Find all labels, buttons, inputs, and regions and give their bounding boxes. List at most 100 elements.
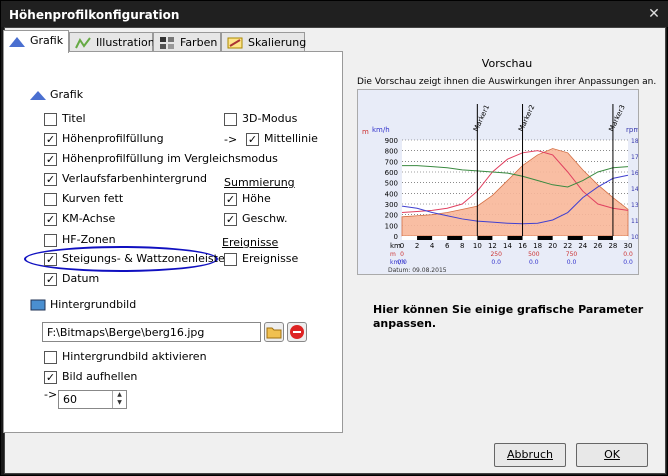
checkbox-box[interactable]: [44, 193, 57, 206]
check-icon[interactable]: ✓: [224, 193, 237, 206]
check-icon[interactable]: ✓: [224, 213, 237, 226]
checkbox-label: Kurven fett: [62, 192, 124, 205]
spinner-arrows-icon[interactable]: ▲ ▼: [112, 391, 126, 408]
check-icon[interactable]: ✓: [246, 133, 259, 146]
aufhellen-spinner[interactable]: 60 ▲ ▼: [58, 390, 127, 409]
checkbox-label: Höhenprofilfüllung im Vergleichsmodus: [62, 152, 278, 165]
check-icon[interactable]: ✓: [44, 153, 57, 166]
cancel-button[interactable]: Abbruch: [494, 443, 566, 467]
tab-farben[interactable]: Farben: [153, 32, 221, 52]
x-tick-label: 20: [548, 242, 557, 250]
row-label-m: m: [390, 251, 396, 258]
bild-aufhellen-checkbox[interactable]: ✓ Bild aufhellen: [44, 370, 137, 386]
row-value-m: 750: [566, 251, 578, 258]
checkbox-box[interactable]: [44, 351, 57, 364]
close-icon[interactable]: ✕: [645, 6, 663, 22]
delete-icon[interactable]: [287, 322, 307, 342]
x-tick-label: 16: [518, 242, 527, 250]
y-tick-label: 700: [385, 158, 398, 166]
y-tick-label: 900: [385, 137, 398, 145]
y-tick-label: 0: [394, 233, 398, 241]
steigungsleiste-checkbox[interactable]: ✓ Steigungs- & Wattzonenleiste: [44, 252, 225, 268]
check-icon[interactable]: ✓: [44, 213, 57, 226]
y-axis-unit: m: [362, 128, 369, 136]
km-achse-checkbox[interactable]: ✓ KM-Achse: [44, 212, 115, 228]
mode3d-checkbox[interactable]: 3D-Modus: [224, 112, 297, 128]
ereignisse-checkbox[interactable]: Ereignisse: [224, 252, 298, 268]
rpm-axis-unit: rpm: [626, 126, 638, 134]
checkbox-label: HF-Zonen: [62, 233, 116, 246]
rpm-tick-label: 115: [631, 218, 638, 225]
row-value-kmh: 0.0: [567, 259, 577, 266]
y-tick-label: 300: [385, 201, 398, 209]
checkbox-label: Datum: [62, 272, 100, 285]
rpm-tick-label: 100: [631, 234, 638, 241]
hoehe-checkbox[interactable]: ✓ Höhe: [224, 192, 271, 208]
titel-checkbox[interactable]: Titel: [44, 112, 86, 128]
y-tick-label: 100: [385, 222, 398, 230]
hintergrund-aktivieren-checkbox[interactable]: Hintergrundbild aktivieren: [44, 350, 207, 366]
tab-label: Skalierung: [248, 36, 307, 49]
folder-open-icon[interactable]: [264, 322, 284, 342]
y2-axis-unit: km/h: [372, 126, 390, 134]
background-path-field[interactable]: F:\Bitmaps\Berge\berg16.jpg: [42, 322, 261, 342]
x-tick-label: 4: [430, 242, 435, 250]
row-value-m: 0: [400, 251, 404, 258]
arrow-label: ->: [224, 133, 238, 146]
check-icon[interactable]: ✓: [44, 253, 57, 266]
section-label: Grafik: [50, 88, 84, 101]
summierung-heading: Summierung: [224, 176, 295, 189]
row-value-m: 500: [528, 251, 540, 258]
checkbox-box[interactable]: [44, 113, 57, 126]
rpm-tick-label: 145: [631, 186, 638, 193]
checkbox-label: Hintergrundbild aktivieren: [62, 350, 207, 363]
spinner-value: 60: [63, 393, 77, 406]
tab-grafik[interactable]: Grafik: [3, 30, 69, 53]
arrow-label: ->: [44, 388, 58, 401]
mountain-icon: [9, 37, 25, 47]
chart-svg: 0100200300400500600700800900mkm/h1001151…: [362, 103, 658, 274]
checkbox-label: Bild aufhellen: [62, 370, 138, 383]
check-icon[interactable]: ✓: [44, 133, 57, 146]
row-value-m: 250: [490, 251, 502, 258]
image-icon: [30, 299, 46, 311]
check-icon[interactable]: ✓: [44, 273, 57, 286]
x-tick-label: 22: [563, 242, 572, 250]
check-icon[interactable]: ✓: [44, 173, 57, 186]
rpm-tick-label: 160: [631, 170, 638, 177]
hoehenprofilfuellung-checkbox[interactable]: ✓ Höhenprofilfüllung: [44, 132, 164, 148]
checkbox-box[interactable]: [44, 234, 57, 247]
grafik-panel: Grafik Titel ✓ Höhenprofilfüllung ✓ Höhenp…: [3, 51, 343, 433]
km-strip-segment: [402, 236, 418, 240]
section-hintergrundbild: Hintergrundbild: [30, 298, 136, 314]
vergleichsmodus-checkbox[interactable]: ✓ Höhenprofilfüllung im Vergleichsmodus: [44, 152, 278, 168]
y-tick-label: 600: [385, 169, 398, 177]
marker-label: Marker3: [607, 103, 626, 132]
window-title: Höhenprofilkonfiguration: [9, 8, 180, 22]
checkbox-label: 3D-Modus: [242, 112, 298, 125]
ok-button[interactable]: OK: [576, 443, 648, 467]
datum-checkbox[interactable]: ✓ Datum: [44, 272, 99, 288]
tab-illustration[interactable]: Illustration: [69, 32, 155, 52]
checkbox-box[interactable]: [224, 113, 237, 126]
section-label: Hintergrundbild: [50, 298, 137, 311]
check-icon[interactable]: ✓: [44, 371, 57, 384]
checkbox-box[interactable]: [224, 253, 237, 266]
mittellinie-checkbox[interactable]: ✓ Mittellinie: [246, 132, 318, 148]
km-strip-segment: [552, 236, 568, 240]
geschw-checkbox[interactable]: ✓ Geschw.: [224, 212, 288, 228]
x-tick-label: 30: [624, 242, 633, 250]
tab-skalierung[interactable]: Skalierung: [221, 32, 307, 52]
kurven-fett-checkbox[interactable]: Kurven fett: [44, 192, 123, 208]
x-tick-label: 2: [415, 242, 419, 250]
km-strip-segment: [462, 236, 478, 240]
km-strip-segment: [612, 236, 628, 240]
verlaufsfarben-checkbox[interactable]: ✓ Verlaufsfarbenhintergrund: [44, 172, 207, 188]
row-value-kmh: 0.0: [529, 259, 539, 266]
preview-note: Hier können Sie einige grafische Paramet…: [373, 303, 644, 330]
x-tick-label: 14: [503, 242, 512, 250]
x-tick-label: 24: [578, 242, 587, 250]
scale-icon: [227, 37, 243, 49]
x-tick-label: 8: [460, 242, 464, 250]
rpm-tick-label: 130: [631, 202, 638, 209]
